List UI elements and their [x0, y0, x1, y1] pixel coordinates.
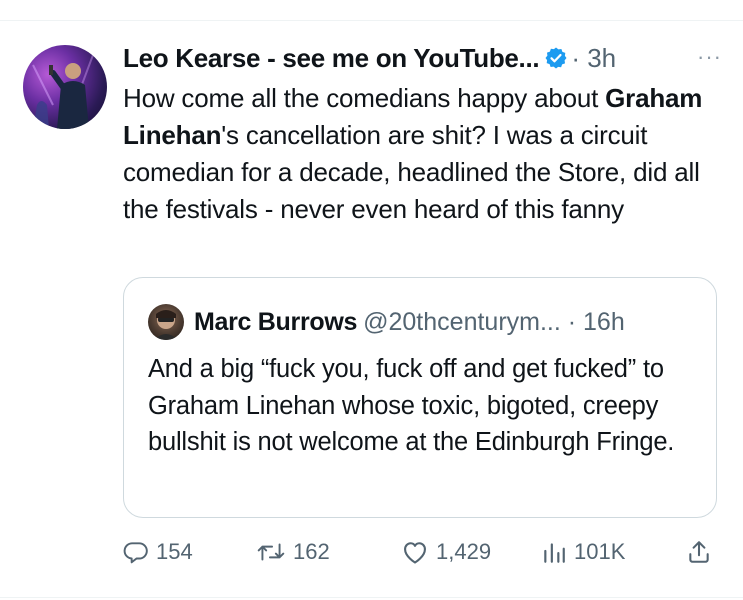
retweet-icon	[256, 539, 286, 565]
bottom-divider	[0, 597, 743, 598]
quote-tweet-card[interactable]: Marc Burrows @20thcenturym... · 16h And …	[123, 277, 717, 518]
like-icon	[401, 539, 429, 565]
like-count: 1,429	[436, 539, 492, 564]
author-avatar[interactable]	[23, 45, 107, 129]
top-divider	[0, 20, 743, 21]
views-count: 101K	[574, 539, 626, 564]
tweet-text-part1: How come all the comedians happy about	[123, 83, 606, 113]
views-button[interactable]: 101K	[541, 535, 625, 569]
quote-author-name: Marc Burrows	[194, 307, 358, 336]
avatar-image	[32, 54, 94, 129]
quote-meta: @20thcenturym... · 16h	[363, 307, 625, 336]
quote-author-avatar	[148, 304, 184, 340]
reply-icon	[123, 539, 149, 565]
reply-count: 154	[156, 539, 193, 564]
reply-button[interactable]: 154	[123, 535, 193, 569]
tweet-time[interactable]: · 3h	[571, 43, 616, 74]
views-icon	[541, 539, 567, 565]
quote-avatar-image	[154, 310, 178, 340]
retweet-count: 162	[293, 539, 330, 564]
verified-badge-icon	[544, 46, 568, 70]
tweet-header: Leo Kearse - see me on YouTube... · 3h	[123, 40, 616, 76]
quote-text: And a big “fuck you, fuck off and get fu…	[148, 355, 675, 456]
tweet-text: How come all the comedians happy about G…	[123, 80, 723, 228]
like-button[interactable]: 1,429	[401, 535, 491, 569]
share-button[interactable]	[686, 535, 712, 569]
author-name[interactable]: Leo Kearse - see me on YouTube...	[123, 43, 540, 74]
more-options-icon[interactable]: ···	[697, 44, 722, 70]
quote-header: Marc Burrows @20thcenturym... · 16h	[194, 304, 625, 340]
retweet-button[interactable]: 162	[256, 535, 330, 569]
share-icon	[686, 539, 712, 565]
tweet-actions: 154 162 1,429 101K	[123, 535, 723, 569]
